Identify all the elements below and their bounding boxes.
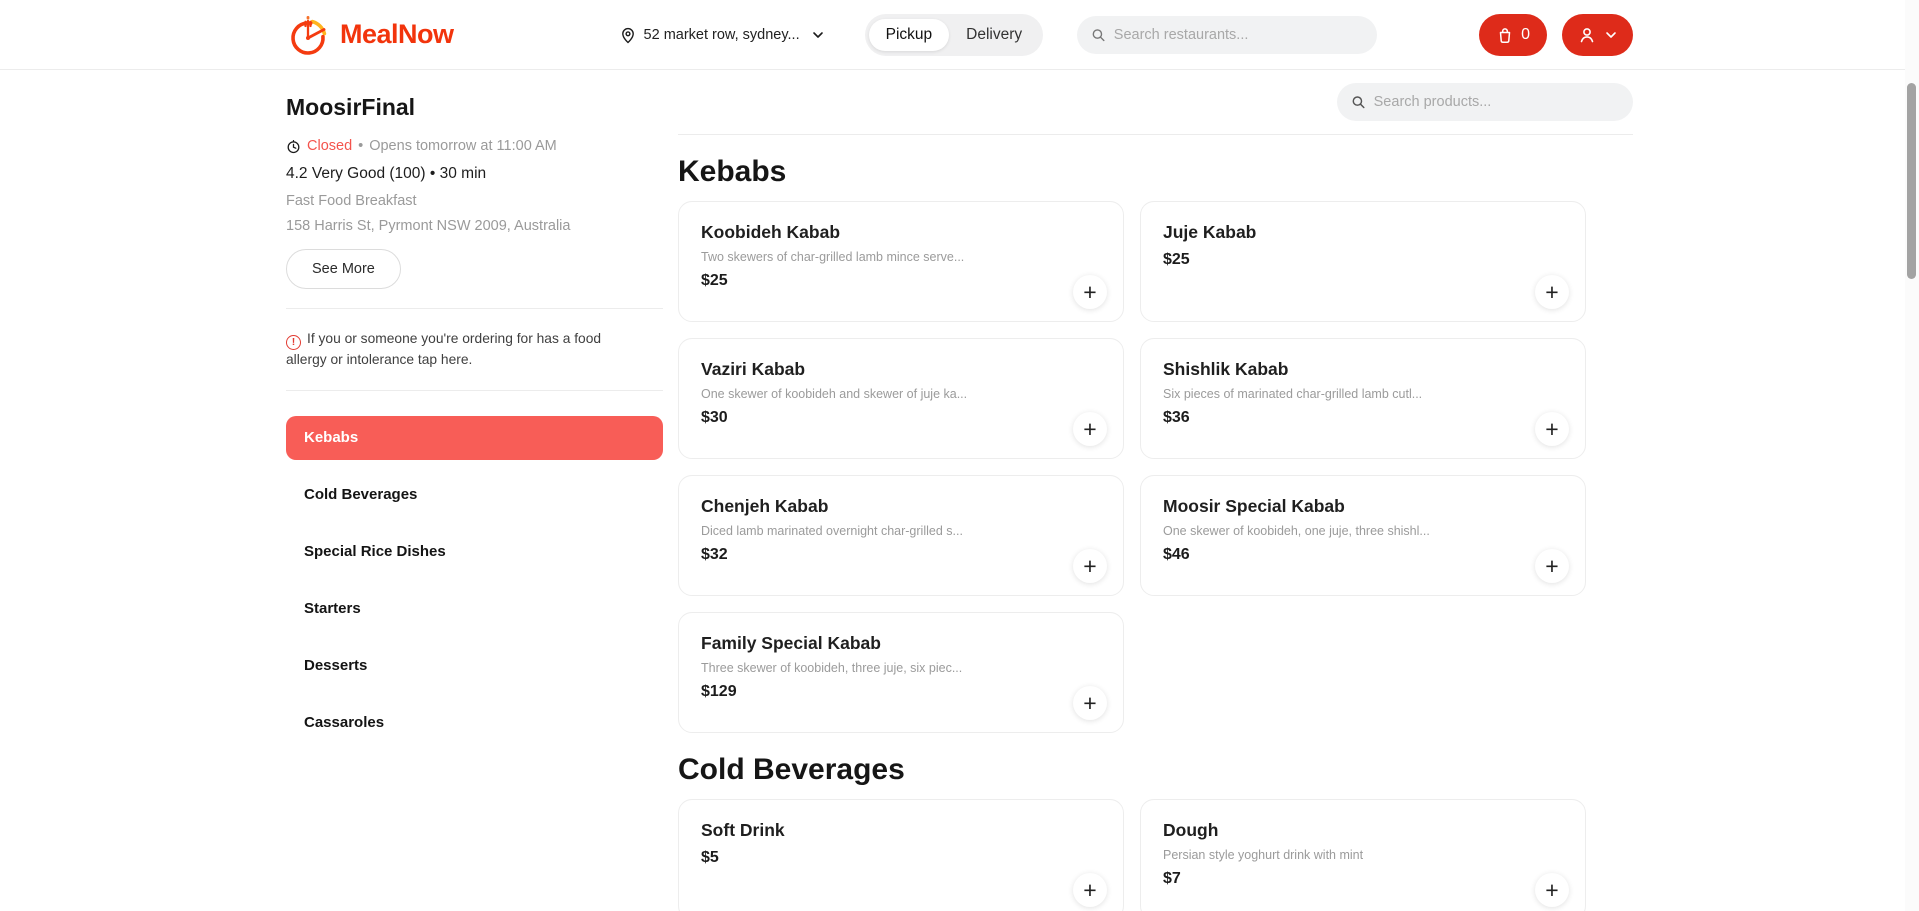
product-price: $30	[701, 409, 1101, 427]
menu-section-cold-beverages: Cold Beverages Soft Drink $5 + Dough Per…	[678, 753, 1633, 911]
product-price: $32	[701, 546, 1101, 564]
cuisine-tags: Fast Food Breakfast	[286, 193, 663, 209]
add-to-cart-button[interactable]: +	[1073, 686, 1107, 720]
restaurant-name: MoosirFinal	[286, 94, 663, 121]
product-name: Moosir Special Kabab	[1163, 496, 1563, 517]
scrollbar-thumb[interactable]	[1907, 83, 1916, 279]
menu-item-card[interactable]: Juje Kabab $25 +	[1140, 201, 1586, 322]
separator-dot: •	[358, 138, 363, 154]
section-title: Kebabs	[678, 155, 1633, 189]
see-more-button[interactable]: See More	[286, 249, 401, 289]
add-to-cart-button[interactable]: +	[1535, 549, 1569, 583]
add-to-cart-button[interactable]: +	[1073, 873, 1107, 907]
clock-icon	[286, 139, 301, 154]
product-name: Juje Kabab	[1163, 222, 1563, 243]
address-text: 52 market row, sydney...	[644, 27, 800, 43]
sidebar-item-special-rice-dishes[interactable]: Special Rice Dishes	[286, 530, 663, 574]
sidebar-item-desserts[interactable]: Desserts	[286, 644, 663, 688]
product-description: Six pieces of marinated char-grilled lam…	[1163, 387, 1563, 401]
location-pin-icon	[619, 26, 637, 44]
product-price: $36	[1163, 409, 1563, 427]
product-name: Soft Drink	[701, 820, 1101, 841]
restaurant-info-panel: MoosirFinal Closed • Opens tomorrow at 1…	[286, 70, 663, 911]
status-row: Closed • Opens tomorrow at 11:00 AM	[286, 138, 663, 154]
status-badge: Closed	[307, 138, 352, 154]
menu-header	[678, 70, 1633, 135]
section-title: Cold Beverages	[678, 753, 1633, 787]
restaurant-search	[1077, 16, 1377, 54]
divider	[286, 390, 663, 391]
product-description: Two skewers of char-grilled lamb mince s…	[701, 250, 1101, 264]
add-to-cart-button[interactable]: +	[1073, 275, 1107, 309]
user-icon	[1577, 25, 1597, 45]
menu-item-card[interactable]: Family Special Kabab Three skewer of koo…	[678, 612, 1124, 733]
product-name: Koobideh Kabab	[701, 222, 1101, 243]
product-search-input[interactable]	[1374, 94, 1619, 110]
alert-icon: !	[286, 335, 301, 350]
scrollbar-track[interactable]	[1905, 0, 1919, 911]
product-name: Vaziri Kabab	[701, 359, 1101, 380]
menu-item-card[interactable]: Soft Drink $5 +	[678, 799, 1124, 911]
search-icon	[1351, 94, 1366, 110]
restaurant-address: 158 Harris St, Pyrmont NSW 2009, Austral…	[286, 218, 663, 234]
product-price: $46	[1163, 546, 1563, 564]
add-to-cart-button[interactable]: +	[1073, 549, 1107, 583]
add-to-cart-button[interactable]: +	[1535, 873, 1569, 907]
menu-item-card[interactable]: Vaziri Kabab One skewer of koobideh and …	[678, 338, 1124, 459]
product-name: Chenjeh Kabab	[701, 496, 1101, 517]
add-to-cart-button[interactable]: +	[1073, 412, 1107, 446]
product-name: Shishlik Kabab	[1163, 359, 1563, 380]
chevron-down-icon	[811, 28, 825, 42]
add-to-cart-button[interactable]: +	[1535, 412, 1569, 446]
divider	[286, 308, 663, 309]
brand-name: MealNow	[340, 19, 454, 50]
menu-section-kebabs: Kebabs Koobideh Kabab Two skewers of cha…	[678, 155, 1633, 733]
brand-logo[interactable]: MealNow	[286, 12, 454, 58]
menu-item-card[interactable]: Chenjeh Kabab Diced lamb marinated overn…	[678, 475, 1124, 596]
menu-item-card[interactable]: Moosir Special Kabab One skewer of koobi…	[1140, 475, 1586, 596]
product-price: $25	[701, 272, 1101, 290]
top-navbar: MealNow 52 market row, sydney... Pickup …	[0, 0, 1919, 70]
account-button[interactable]	[1562, 14, 1633, 56]
product-name: Dough	[1163, 820, 1563, 841]
menu-item-card[interactable]: Dough Persian style yoghurt drink with m…	[1140, 799, 1586, 911]
product-description: Persian style yoghurt drink with mint	[1163, 848, 1563, 862]
product-price: $7	[1163, 870, 1563, 888]
sidebar-item-starters[interactable]: Starters	[286, 587, 663, 631]
sidebar-item-cassaroles[interactable]: Cassaroles	[286, 701, 663, 745]
address-selector[interactable]: 52 market row, sydney...	[619, 26, 825, 44]
rating-line: 4.2 Very Good (100) • 30 min	[286, 165, 663, 183]
allergy-notice-text: If you or someone you're ordering for ha…	[286, 331, 601, 367]
cart-count-badge: 0	[1521, 26, 1530, 44]
product-description: Three skewer of koobideh, three juje, si…	[701, 661, 1101, 675]
product-price: $25	[1163, 251, 1563, 269]
menu-panel: Kebabs Koobideh Kabab Two skewers of cha…	[678, 70, 1633, 911]
product-search	[1337, 83, 1633, 121]
add-to-cart-button[interactable]: +	[1535, 275, 1569, 309]
sidebar-item-kebabs[interactable]: Kebabs	[286, 416, 663, 460]
search-icon	[1091, 27, 1106, 43]
product-description: One skewer of koobideh and skewer of juj…	[701, 387, 1101, 401]
delivery-toggle[interactable]: Delivery	[949, 19, 1039, 51]
product-name: Family Special Kabab	[701, 633, 1101, 654]
product-description: Diced lamb marinated overnight char-gril…	[701, 524, 1101, 538]
product-price: $129	[701, 683, 1101, 701]
category-sidebar: Kebabs Cold Beverages Special Rice Dishe…	[286, 416, 663, 745]
mealnow-clock-icon	[286, 12, 332, 58]
restaurant-search-input[interactable]	[1114, 27, 1363, 43]
menu-item-card[interactable]: Shishlik Kabab Six pieces of marinated c…	[1140, 338, 1586, 459]
menu-item-card[interactable]: Koobideh Kabab Two skewers of char-grill…	[678, 201, 1124, 322]
cart-button[interactable]: 0	[1479, 14, 1547, 56]
sidebar-item-cold-beverages[interactable]: Cold Beverages	[286, 473, 663, 517]
product-price: $5	[701, 849, 1101, 867]
shopping-bag-icon	[1496, 26, 1514, 44]
order-type-toggle: Pickup Delivery	[865, 14, 1044, 56]
opening-hours-text: Opens tomorrow at 11:00 AM	[369, 138, 557, 154]
chevron-down-icon	[1604, 28, 1618, 42]
pickup-toggle[interactable]: Pickup	[869, 19, 950, 51]
product-description: One skewer of koobideh, one juje, three …	[1163, 524, 1563, 538]
allergy-notice[interactable]: !If you or someone you're ordering for h…	[286, 328, 663, 371]
